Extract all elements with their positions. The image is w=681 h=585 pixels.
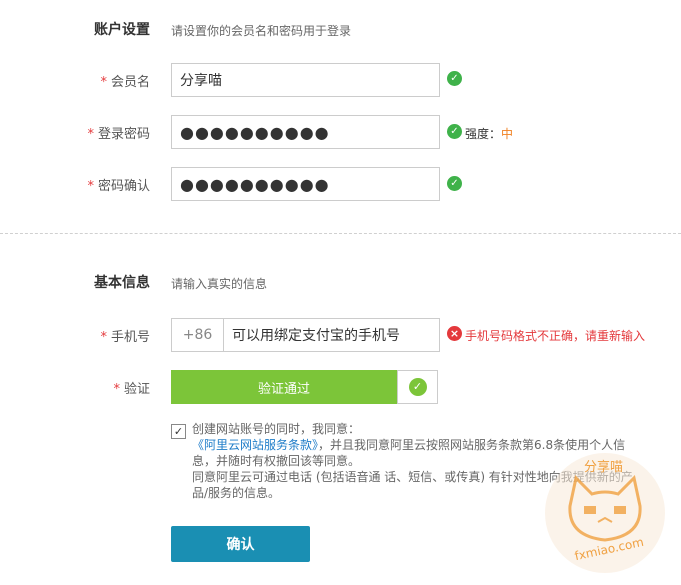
username-label: * 会员名 (80, 71, 150, 90)
account-section-hint: 请设置你的会员名和密码用于登录 (171, 24, 352, 38)
agreement-line-1: 创建网站账号的同时，我同意： (192, 422, 361, 436)
required-star-icon: * (113, 382, 120, 397)
required-star-icon: * (100, 75, 107, 90)
password-input[interactable]: ●●●●●●●●●● (171, 115, 440, 149)
check-icon: ✓ (447, 176, 462, 191)
account-section-title: 账户设置 (94, 22, 150, 38)
basic-section-title: 基本信息 (94, 275, 150, 291)
required-star-icon: * (87, 179, 94, 194)
agreement-checkbox[interactable]: ✓ (171, 424, 186, 439)
basic-section-hint: 请输入真实的信息 (171, 277, 268, 291)
strength-label: 强度： (465, 127, 502, 141)
strength-value: 中 (501, 127, 514, 141)
verify-slider-handle[interactable]: ✓ (397, 370, 438, 404)
phone-error-message: 手机号码格式不正确，请重新输入 (465, 329, 646, 343)
phone-label-text: 手机号 (110, 330, 150, 345)
password-label: * 登录密码 (80, 123, 150, 142)
error-icon: × (447, 326, 462, 341)
confirm-password-input[interactable]: ●●●●●●●●●● (171, 167, 440, 201)
confirm-button[interactable]: 确认 (171, 526, 310, 562)
watermark-text: 分享喵 (584, 460, 624, 475)
verify-label-text: 验证 (123, 382, 150, 397)
phone-input[interactable]: 可以用绑定支付宝的手机号 (223, 318, 440, 352)
verify-label: * 验证 (80, 378, 150, 397)
watermark: 分享喵 fxmiao.com (540, 448, 670, 578)
phone-country-code[interactable]: +86 (171, 318, 223, 352)
password-strength: 强度：中 (465, 125, 513, 142)
confirm-password-label: * 密码确认 (80, 175, 150, 194)
confirm-password-label-text: 密码确认 (97, 179, 150, 194)
check-icon: ✓ (408, 378, 427, 396)
username-label-text: 会员名 (110, 75, 150, 90)
check-icon: ✓ (447, 124, 462, 139)
required-star-icon: * (87, 127, 94, 142)
service-terms-link[interactable]: 《阿里云网站服务条款》 (192, 438, 318, 452)
username-input[interactable]: 分享喵 (171, 63, 440, 97)
password-label-text: 登录密码 (97, 127, 150, 142)
phone-label: * 手机号 (80, 326, 150, 345)
check-icon: ✓ (447, 71, 462, 86)
verify-slider-track: 验证通过 (171, 370, 397, 404)
section-divider (0, 233, 681, 234)
required-star-icon: * (100, 330, 107, 345)
